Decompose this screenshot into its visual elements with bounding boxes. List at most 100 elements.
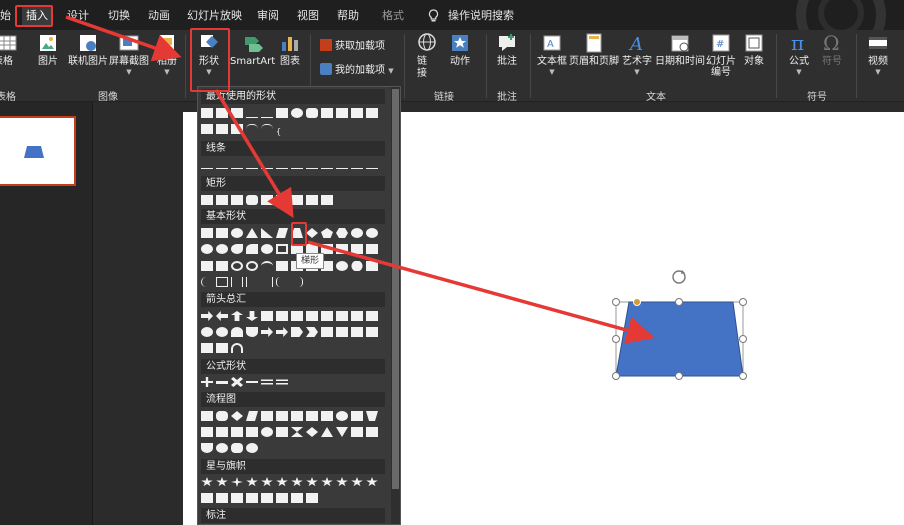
action-star-icon [452,35,468,51]
svg-text:A: A [628,34,643,54]
tab-animations[interactable]: 动画 [148,7,170,25]
my-addins-label: 我的加载项 [335,65,385,76]
resize-handle[interactable] [612,335,620,343]
chart-label: 图表 [280,56,300,67]
video-button[interactable]: 视频 ▼ [867,32,889,76]
gallery-section-flowchart: 流程图 [201,392,385,407]
resize-handle[interactable] [739,298,747,306]
group-table-label: 表格 [0,92,16,103]
shape-row[interactable]: { [201,124,291,136]
trapezoid-shape[interactable] [606,266,756,386]
shape-row[interactable] [201,244,381,256]
shape-row[interactable] [201,108,381,120]
shape-row[interactable] [201,261,381,273]
datetime-button[interactable]: 日期和时间 [655,32,705,68]
chevron-down-icon: ▼ [164,68,170,76]
resize-handle[interactable] [739,335,747,343]
shape-row[interactable] [201,377,291,389]
header-footer-button[interactable]: 页眉和页脚 [569,32,619,68]
tab-slideshow[interactable]: 幻灯片放映 [187,7,242,25]
textbox-icon: A [543,35,561,51]
resize-handle[interactable] [675,372,683,380]
slide-thumbnail[interactable] [0,116,76,186]
highlight-insert-tab [15,5,53,27]
comment-button[interactable]: 批注 [496,32,518,68]
table-label: 表格 [0,56,13,67]
my-addins-button[interactable]: 我的加载项 ▼ [320,63,394,78]
highlight-shapes-button [190,28,230,92]
slide-thumbnail-pane [0,102,93,525]
group-separator [404,34,405,98]
table-icon [0,35,17,51]
shapes-gallery: 最近使用的形状 { 线条 矩形 基本形状 箭头总汇 公式形状 流程图 星与旗帜 … [197,86,401,525]
equation-button[interactable]: π 公式 ▼ [788,32,810,76]
gallery-section-lines: 线条 [201,141,385,156]
tab-help[interactable]: 帮助 [337,7,359,25]
shape-row[interactable] [201,277,306,289]
gallery-section-equation-shapes: 公式形状 [201,359,385,374]
chart-button[interactable]: 图表 [279,32,301,68]
tab-review[interactable]: 审阅 [257,7,279,25]
shape-row[interactable] [201,159,381,171]
tab-home[interactable]: 始 [0,7,11,25]
shape-row[interactable] [201,327,381,339]
wordart-icon: A [628,34,643,54]
smartart-label: SmartArt [230,56,276,67]
tab-design[interactable]: 设计 [67,7,89,25]
tab-view[interactable]: 视图 [297,7,319,25]
adjust-handle[interactable] [633,298,641,306]
smartart-icon [244,37,263,52]
tell-me-search[interactable]: 操作说明搜索 [448,7,514,25]
shape-row[interactable] [201,443,261,455]
tab-format[interactable]: 格式 [382,7,404,25]
scrollbar-thumb[interactable] [392,89,399,489]
resize-handle[interactable] [612,298,620,306]
shape-row[interactable] [201,311,381,323]
image-button[interactable]: 图片 [37,32,59,68]
shape-row[interactable] [201,477,381,489]
table-button[interactable]: 表格 [0,32,18,68]
comment-icon [499,34,515,51]
get-addins-label: 获取加载项 [335,41,385,52]
shape-row[interactable] [201,343,246,355]
rotate-handle-icon[interactable] [672,270,686,284]
resize-handle[interactable] [675,298,683,306]
pi-icon: π [791,32,804,54]
datetime-label: 日期和时间 [655,56,705,67]
screenshot-button[interactable]: 屏幕截图 ▼ [109,32,149,76]
store-icon [320,39,332,51]
smartart-button[interactable]: SmartArt [230,32,275,68]
header-footer-icon [586,33,602,53]
album-button[interactable]: 相册 ▼ [156,32,178,76]
action-label: 动作 [450,56,470,67]
link-button[interactable]: 链接 [416,32,438,80]
image-label: 图片 [38,56,58,67]
slide-number-button[interactable]: # 幻灯片编号 [706,32,736,78]
shape-row[interactable] [201,195,336,207]
online-image-icon [80,35,96,51]
object-button[interactable]: 对象 [743,32,765,68]
group-separator [185,34,186,98]
album-label: 相册 [157,56,177,67]
resize-handle[interactable] [612,372,620,380]
get-addins-button[interactable]: 获取加载项 [320,39,385,54]
highlight-trapezoid-item [291,222,307,246]
shape-row[interactable] [201,411,381,423]
resize-handle[interactable] [739,372,747,380]
gallery-scrollbar[interactable] [391,87,400,524]
action-button[interactable]: 动作 [449,32,471,68]
online-image-button[interactable]: 联机图片 [68,32,108,68]
textbox-button[interactable]: A 文本框 ▼ [537,32,567,76]
album-icon [160,35,174,51]
tab-transitions[interactable]: 切换 [108,7,130,25]
ribbon-tab-bar: 始 插入 设计 切换 动画 幻灯片放映 审阅 视图 帮助 格式 操作说明搜索 [0,0,904,60]
shape-row[interactable] [201,427,381,439]
symbol-button[interactable]: Ω 符号 [821,32,843,68]
group-separator [486,34,487,98]
shape-row[interactable] [201,493,321,505]
video-label: 视频 [868,56,888,67]
svg-text:π: π [791,32,804,54]
wordart-button[interactable]: A 艺术字 ▼ [622,32,652,76]
screenshot-icon [119,35,139,51]
lightbulb-icon [428,9,439,23]
